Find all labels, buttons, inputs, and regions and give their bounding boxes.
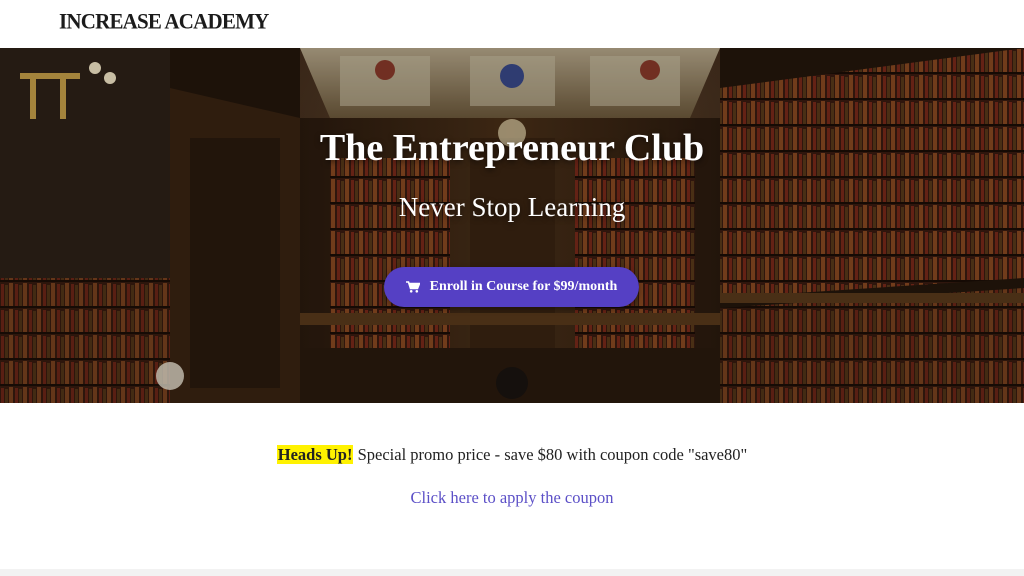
promo-text: Special promo price - save $80 with coup… bbox=[353, 445, 748, 464]
nav-item-home[interactable]: Home bbox=[745, 16, 780, 31]
site-logo[interactable]: INCREASE ACADEMY bbox=[59, 8, 269, 34]
heads-up-highlight: Heads Up! bbox=[276, 445, 354, 464]
nav-item-login[interactable]: Login bbox=[932, 16, 964, 31]
nav-item-courses[interactable]: Courses bbox=[806, 16, 854, 31]
cart-icon bbox=[405, 281, 420, 293]
promo-message: Heads Up! Special promo price - save $80… bbox=[0, 445, 1024, 465]
hero-banner: The Entrepreneur Club Never Stop Learnin… bbox=[0, 48, 1024, 403]
footer-strip bbox=[0, 569, 1024, 576]
library-background-image bbox=[0, 48, 1024, 403]
enroll-button[interactable]: Enroll in Course for $99/month bbox=[384, 267, 639, 307]
apply-coupon-link[interactable]: Click here to apply the coupon bbox=[0, 488, 1024, 508]
site-header: INCREASE ACADEMY Home Courses Blog Login bbox=[0, 0, 1024, 48]
nav-item-blog[interactable]: Blog bbox=[880, 16, 906, 31]
course-subtitle: Never Stop Learning bbox=[398, 192, 626, 222]
course-title: The Entrepreneur Club bbox=[319, 127, 705, 169]
main-nav: Home Courses Blog Login bbox=[745, 16, 964, 31]
enroll-button-label: Enroll in Course for $99/month bbox=[429, 279, 618, 294]
